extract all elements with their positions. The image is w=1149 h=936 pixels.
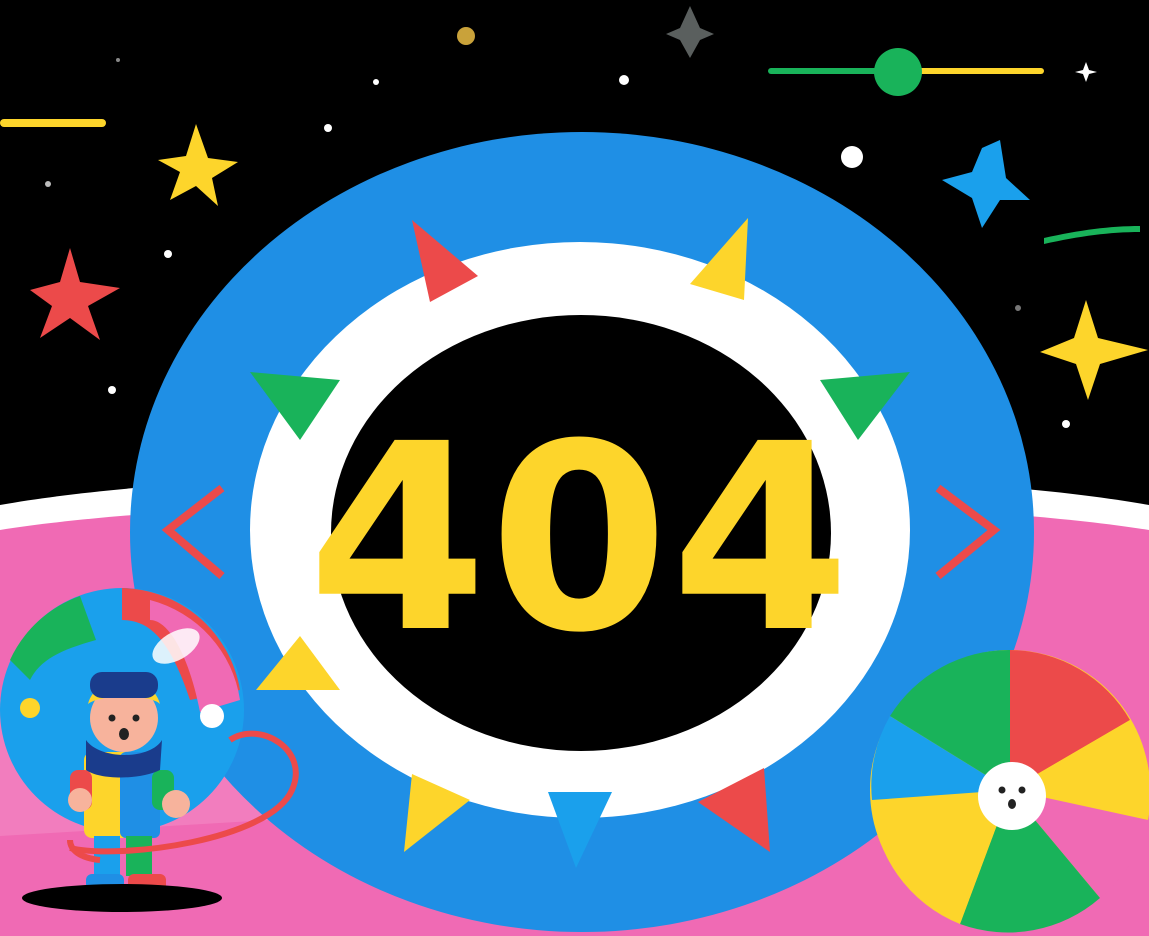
grey-sparkle-icon — [666, 6, 714, 58]
blue-star-icon — [942, 140, 1030, 228]
red-star-icon — [30, 248, 120, 340]
yellow-star-right-icon — [1040, 300, 1148, 400]
yellow-star-icon — [158, 124, 238, 206]
beach-ball-face — [870, 649, 1149, 933]
space-scene: 404 — [0, 6, 1149, 936]
error-code: 404 — [308, 389, 853, 689]
green-planet-icon — [874, 48, 922, 96]
error-404-illustration: 404 — [0, 0, 1149, 936]
